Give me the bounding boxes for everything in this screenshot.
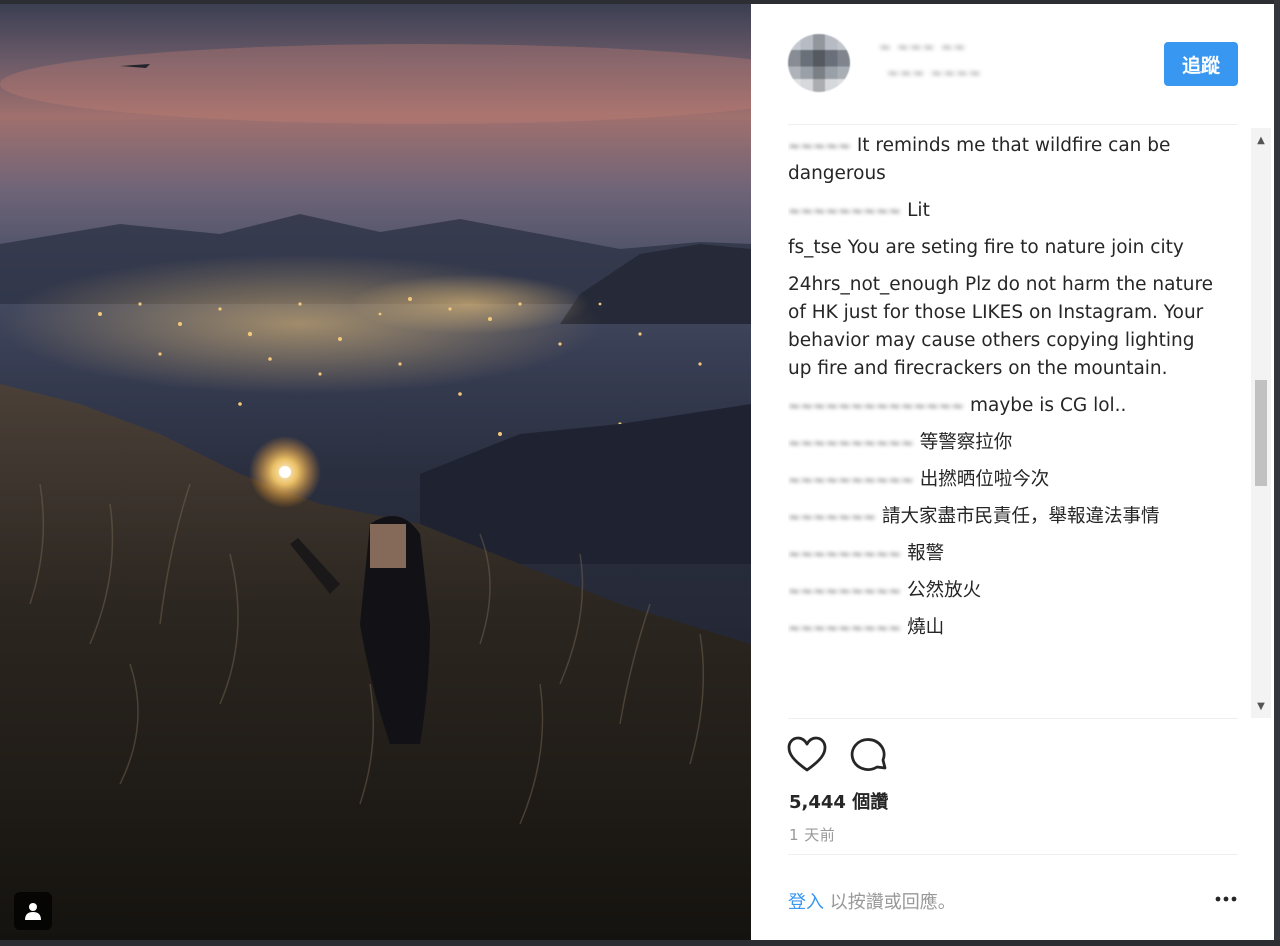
comment-text: 報警 [907, 543, 945, 564]
scroll-down-arrow-icon[interactable]: ▼ [1251, 698, 1271, 714]
comment-item: ~~~~~~~~~~ 出撚晒位啦今次 [788, 466, 1223, 494]
comment-text: 等警察拉你 [919, 432, 1013, 453]
comment-item: fs_tse You are seting fire to nature join… [788, 234, 1223, 262]
username[interactable]: ~ ~~~ ~~ [879, 40, 966, 56]
ellipsis-icon[interactable] [1214, 890, 1238, 908]
comment-text: You are seting fire to nature join city [847, 237, 1184, 258]
follow-button[interactable]: 追蹤 [1164, 42, 1238, 86]
header-divider [788, 124, 1238, 125]
login-link[interactable]: 登入 [788, 892, 824, 913]
comment-username[interactable]: fs_tse [788, 237, 842, 258]
location[interactable]: ~~~ ~~~~ [887, 66, 982, 82]
comment-username[interactable]: ~~~~~ [788, 137, 851, 155]
comment-username[interactable]: ~~~~~~~~~ [788, 619, 901, 637]
footer-divider [788, 854, 1238, 855]
comment-username[interactable]: 24hrs_not_enough [788, 274, 959, 295]
post-side-panel: ~ ~~~ ~~ ~~~ ~~~~ 追蹤 ~~~~~ It reminds me … [751, 4, 1274, 940]
login-suffix: 以按讚或回應。 [829, 892, 956, 913]
comment-username[interactable]: ~~~~~~~ [788, 508, 876, 526]
user-tag-icon[interactable] [14, 892, 52, 930]
window-right-strip [1274, 0, 1280, 946]
night-hillside-photo [0, 4, 751, 940]
scroll-thumb[interactable] [1255, 380, 1267, 486]
comment-text: 出撚晒位啦今次 [919, 469, 1050, 490]
comment-username[interactable]: ~~~~~~~~~ [788, 202, 901, 220]
post-photo[interactable] [0, 4, 751, 940]
like-count[interactable]: 5,444 個讚 [789, 788, 888, 814]
window-bottom-strip [0, 940, 1280, 946]
comment-text: 公然放火 [907, 580, 982, 601]
comment-text: 燒山 [907, 617, 945, 638]
comment-text: Lit [907, 200, 930, 221]
post-modal: ~ ~~~ ~~ ~~~ ~~~~ 追蹤 ~~~~~ It reminds me … [0, 0, 1280, 946]
comment-item: ~~~~~~~~~~~~~~ maybe is CG lol.. [788, 392, 1223, 420]
avatar[interactable] [788, 34, 850, 92]
comment-item: ~~~~~~~ 請大家盡市民責任，舉報違法事情 [788, 503, 1223, 531]
comment-item: ~~~~~~~~~ 報警 [788, 540, 1223, 568]
post-time: 1 天前 [789, 826, 836, 844]
post-header: ~ ~~~ ~~ ~~~ ~~~~ 追蹤 [751, 4, 1274, 124]
comment-item: 24hrs_not_enough Plz do not harm the natu… [788, 271, 1223, 383]
comment-item: ~~~~~~~~~ Lit [788, 197, 1223, 225]
comment-username[interactable]: ~~~~~~~~~~ [788, 471, 914, 489]
comment-item: ~~~~~~~~~ 燒山 [788, 614, 1223, 642]
login-prompt: 登入 以按讚或回應。 [788, 888, 956, 914]
comment-username[interactable]: ~~~~~~~~~ [788, 545, 901, 563]
actions-divider [788, 718, 1238, 719]
comment-item: ~~~~~~~~~~ 等警察拉你 [788, 429, 1223, 457]
comment-text: 請大家盡市民責任，舉報違法事情 [881, 506, 1160, 527]
speech-bubble-icon[interactable] [849, 736, 889, 774]
heart-outline-icon[interactable] [787, 736, 827, 774]
comment-username[interactable]: ~~~~~~~~~~~~~~ [788, 397, 964, 415]
scroll-up-arrow-icon[interactable]: ▲ [1251, 132, 1271, 148]
comment-item: ~~~~~~~~~ 公然放火 [788, 577, 1223, 605]
comment-username[interactable]: ~~~~~~~~~~ [788, 434, 914, 452]
comment-username[interactable]: ~~~~~~~~~ [788, 582, 901, 600]
comment-scrollbar[interactable]: ▲ ▼ [1251, 128, 1271, 718]
comment-list[interactable]: ~~~~~ It reminds me that wildfire can be … [788, 132, 1223, 716]
comment-text: maybe is CG lol.. [969, 395, 1127, 416]
comment-item: ~~~~~ It reminds me that wildfire can be … [788, 132, 1223, 188]
